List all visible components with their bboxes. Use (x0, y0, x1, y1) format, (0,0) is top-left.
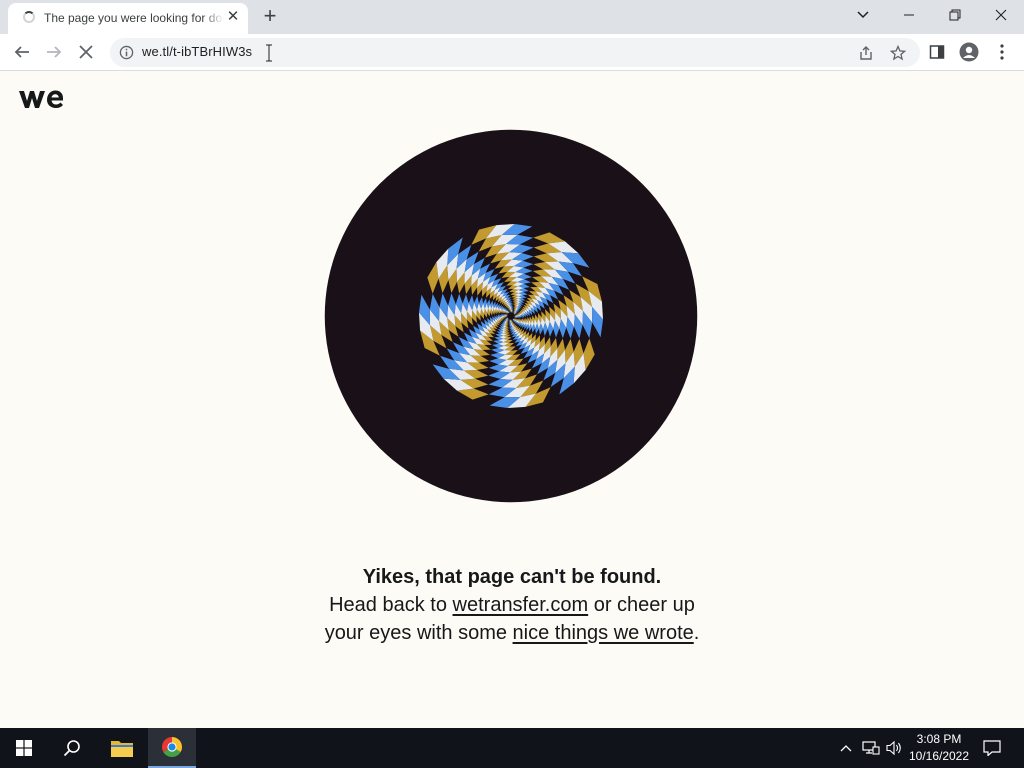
new-tab-button[interactable]: + (258, 5, 282, 29)
chrome-taskbar-button[interactable] (148, 728, 196, 768)
minimize-button[interactable] (886, 0, 932, 30)
notification-icon (983, 740, 1001, 756)
search-icon (63, 740, 80, 757)
side-panel-icon (929, 45, 945, 59)
profile-button[interactable] (959, 42, 979, 62)
start-button[interactable] (0, 728, 48, 768)
error-heading: Yikes, that page can't be found. (362, 566, 662, 588)
spiral-illustration (324, 129, 698, 503)
speaker-icon (886, 740, 901, 756)
close-window-button[interactable] (978, 0, 1024, 30)
notifications-button[interactable] (978, 728, 1006, 768)
menu-button[interactable] (992, 42, 1012, 62)
tab-title: The page you were looking for doesn't ex… (44, 11, 224, 25)
nice-things-link[interactable]: nice things we wrote (513, 622, 694, 644)
tab-close-icon[interactable]: ✕ (225, 9, 241, 25)
chrome-icon (162, 737, 182, 757)
search-button[interactable] (48, 728, 96, 768)
browser-tab[interactable]: The page you were looking for doesn't ex… (8, 3, 248, 34)
restore-icon (949, 9, 961, 21)
info-icon (119, 45, 134, 60)
arrow-left-icon (14, 46, 29, 58)
loading-spinner-icon (23, 11, 35, 23)
stop-loading-button[interactable] (71, 37, 101, 67)
back-button[interactable] (7, 37, 37, 67)
address-bar[interactable]: we.tl/t-ibTBrHIW3s (110, 38, 920, 67)
share-button[interactable] (857, 44, 875, 62)
error-text-prefix: Head back to (329, 594, 453, 616)
file-explorer-button[interactable] (98, 728, 146, 768)
star-icon (890, 45, 906, 61)
wetransfer-logo[interactable] (18, 87, 64, 114)
error-text-suffix: . (693, 622, 700, 644)
windows-logo-icon (16, 740, 32, 756)
side-panel-button[interactable] (927, 42, 947, 62)
network-button[interactable] (860, 728, 882, 768)
close-icon (995, 9, 1007, 21)
restore-button[interactable] (932, 0, 978, 30)
tab-search-button[interactable] (840, 0, 886, 30)
wetransfer-link[interactable]: wetransfer.com (453, 594, 589, 616)
chevron-up-icon (840, 745, 852, 752)
bookmark-button[interactable] (889, 44, 907, 62)
text-cursor-icon (266, 44, 272, 62)
folder-icon (111, 741, 133, 757)
url-text: we.tl/t-ibTBrHIW3s (142, 44, 253, 59)
volume-button[interactable] (883, 728, 905, 768)
tab-strip: The page you were looking for doesn't ex… (0, 0, 1024, 34)
error-message: Yikes, that page can't be found. Head ba… (312, 563, 712, 647)
windows-taskbar: 3:08 PM 10/16/2022 (0, 728, 1024, 768)
avatar-icon (959, 42, 979, 62)
page-content: Yikes, that page can't be found. Head ba… (0, 71, 1024, 728)
arrow-right-icon (47, 46, 62, 58)
minimize-icon (904, 14, 914, 16)
chevron-down-icon (857, 11, 869, 19)
show-hidden-icons-button[interactable] (836, 728, 856, 768)
clock-date: 10/16/2022 (908, 749, 970, 763)
network-icon (862, 741, 880, 755)
clock-time: 3:08 PM (916, 732, 962, 746)
system-clock[interactable]: 3:08 PM 10/16/2022 (904, 731, 974, 765)
stop-icon (79, 45, 93, 59)
browser-toolbar: we.tl/t-ibTBrHIW3s (0, 34, 1024, 71)
more-vert-icon (1000, 44, 1004, 60)
forward-button[interactable] (39, 37, 69, 67)
share-icon (860, 46, 872, 60)
we-logo-icon (19, 90, 63, 108)
